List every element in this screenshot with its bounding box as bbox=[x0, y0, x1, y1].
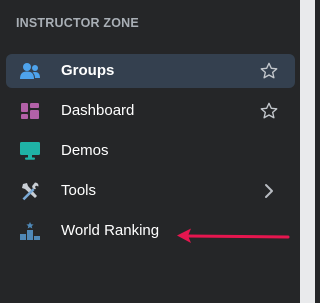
sidebar-item-label: World Ranking bbox=[61, 222, 160, 239]
section-title: INSTRUCTOR ZONE bbox=[16, 16, 139, 30]
podium-icon bbox=[19, 221, 41, 241]
star-outline-icon[interactable] bbox=[259, 61, 279, 81]
star-outline-icon[interactable] bbox=[259, 101, 279, 121]
monitor-icon bbox=[19, 141, 41, 161]
sidebar-item-demos[interactable]: Demos bbox=[6, 134, 295, 168]
sidebar-item-label: Dashboard bbox=[61, 102, 135, 119]
scrollbar-track[interactable] bbox=[300, 0, 315, 303]
sidebar-item-label: Groups bbox=[61, 62, 115, 79]
sidebar-item-tools[interactable]: Tools bbox=[6, 174, 295, 208]
sidebar-item-label: Tools bbox=[61, 182, 97, 199]
sidebar: INSTRUCTOR ZONE Groups Dashboard Demos T… bbox=[0, 0, 300, 303]
chevron-right-icon[interactable] bbox=[259, 181, 279, 201]
annotation-arrow-icon bbox=[177, 228, 290, 243]
users-icon bbox=[19, 61, 41, 81]
sidebar-item-label: Demos bbox=[61, 142, 109, 159]
tools-icon bbox=[19, 181, 41, 201]
sidebar-item-groups[interactable]: Groups bbox=[6, 54, 295, 88]
dashboard-grid-icon bbox=[19, 101, 41, 121]
sidebar-item-dashboard[interactable]: Dashboard bbox=[6, 94, 295, 128]
